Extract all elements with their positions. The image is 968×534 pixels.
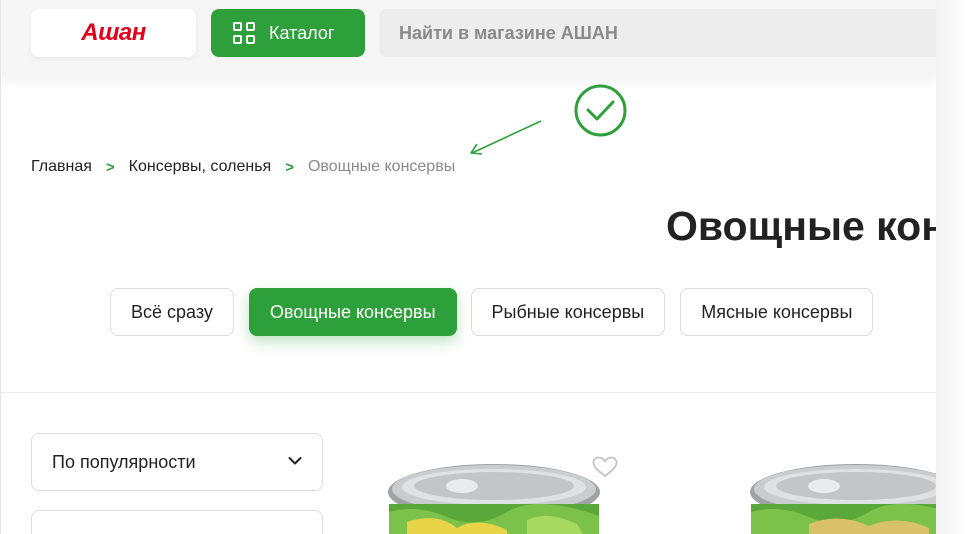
breadcrumb: Главная > Консервы, соленья > Овощные ко… bbox=[31, 158, 455, 176]
chip-meat-canned[interactable]: Мясные консервы bbox=[680, 288, 874, 336]
chevron-right-icon: > bbox=[285, 158, 294, 176]
catalog-button[interactable]: Каталог bbox=[211, 9, 365, 57]
product-image[interactable] bbox=[387, 462, 601, 534]
search-bar[interactable] bbox=[379, 9, 936, 57]
chip-all[interactable]: Всё сразу bbox=[110, 288, 234, 336]
chip-vegetable-canned[interactable]: Овощные консервы bbox=[248, 288, 457, 336]
chevron-right-icon: > bbox=[105, 158, 115, 176]
chevron-down-icon bbox=[288, 457, 302, 465]
product-image[interactable] bbox=[749, 462, 936, 534]
chip-fish-canned[interactable]: Рыбные консервы bbox=[470, 288, 666, 336]
sort-select[interactable]: По популярности bbox=[31, 433, 323, 491]
page-edge-shadow bbox=[936, 0, 968, 534]
site-header: Ашан Каталог bbox=[1, 0, 936, 76]
filter-panel[interactable] bbox=[31, 510, 323, 534]
category-chips: Всё сразу Овощные консервы Рыбные консер… bbox=[110, 288, 888, 336]
grid-icon bbox=[233, 22, 255, 44]
sort-selected-label: По популярности bbox=[52, 451, 196, 472]
page-title: Овощные консервы bbox=[666, 203, 936, 249]
breadcrumb-home[interactable]: Главная bbox=[31, 158, 92, 176]
breadcrumb-canned-goods[interactable]: Консервы, соленья bbox=[129, 158, 272, 176]
breadcrumb-current: Овощные консервы bbox=[307, 158, 456, 175]
search-input[interactable] bbox=[399, 22, 936, 44]
arrow-icon bbox=[470, 120, 542, 155]
page-viewport: Ашан Каталог Главная > Консервы, соленья… bbox=[0, 0, 936, 534]
catalog-label: Каталог bbox=[269, 22, 335, 43]
logo[interactable]: Ашан bbox=[31, 9, 196, 57]
divider bbox=[1, 392, 936, 393]
logo-text: Ашан bbox=[81, 19, 146, 46]
check-circle-icon bbox=[574, 84, 627, 137]
